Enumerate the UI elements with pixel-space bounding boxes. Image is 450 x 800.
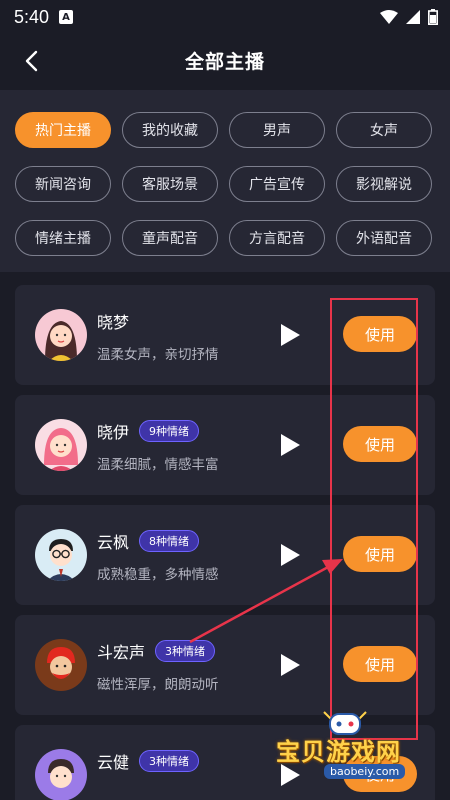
filter-chip[interactable]: 客服场景 [122,166,218,202]
top-bar: 全部主播 [0,34,450,86]
use-button[interactable]: 使用 [343,756,417,792]
filter-chip[interactable]: 方言配音 [229,220,325,256]
chevron-left-icon [25,50,38,72]
play-icon [281,654,300,676]
play-button[interactable] [277,431,303,459]
filter-chip[interactable]: 新闻咨询 [15,166,111,202]
anchor-name-row: 云健 3种情绪 [97,749,200,773]
filter-chip[interactable]: 影视解说 [336,166,432,202]
emotion-count-badge: 3种情绪 [155,640,216,662]
anchor-card[interactable]: 斗宏声 3种情绪磁性浑厚，朗朗动听 使用 [15,615,435,715]
play-button[interactable] [277,321,303,349]
filter-panel: 热门主播 我的收藏 男声 女声新闻咨询 客服场景 广告宣传 影视解说情绪主播 童声配音 方言配音… [0,90,450,272]
anchor-description: 磁性浑厚，朗朗动听 [97,677,219,693]
anchor-name: 云枫 [97,533,130,552]
filter-chip[interactable]: 外语配音 [336,220,432,256]
status-time: 5:40 [14,6,50,27]
male-red-hair-avatar-icon [35,639,87,691]
status-icons [380,9,438,25]
anchor-name: 晓梦 [97,313,130,332]
filter-chip[interactable]: 女声 [336,112,432,148]
battery-icon [428,9,438,25]
play-button[interactable] [277,651,303,679]
anchor-description: 温柔细腻，情感丰富 [97,457,219,473]
anchor-card[interactable]: 晓梦温柔女声，亲切抒情 使用 [15,285,435,385]
anchor-name-row: 云枫 8种情绪 [97,529,200,553]
anchor-name-row: 斗宏声 3种情绪 [97,639,216,663]
anchor-name-row: 晓梦 [97,309,129,333]
filter-chip[interactable]: 广告宣传 [229,166,325,202]
anchor-description: 成熟稳重，多种情感 [97,567,219,583]
anchor-name: 晓伊 [97,423,130,442]
female-avatar-icon [35,309,87,361]
filter-chip[interactable]: 热门主播 [15,112,111,148]
filter-chip[interactable]: 男声 [229,112,325,148]
male-glasses-avatar-icon [35,529,87,581]
signal-icon [406,10,420,24]
filter-chip[interactable]: 童声配音 [122,220,218,256]
notification-icon: A [59,10,74,24]
anchor-name-row: 晓伊 9种情绪 [97,419,200,443]
filter-chip[interactable]: 情绪主播 [15,220,111,256]
male-purple-avatar-icon [35,749,87,800]
wifi-icon [380,10,398,24]
back-button[interactable] [16,46,46,76]
anchor-name: 斗宏声 [97,643,146,662]
emotion-count-badge: 3种情绪 [139,750,200,772]
status-bar: 5:40 A [0,0,450,34]
play-button[interactable] [277,541,303,569]
use-button[interactable]: 使用 [343,316,417,352]
emotion-count-badge: 9种情绪 [139,420,200,442]
anchor-card[interactable]: 云健 3种情绪 使用 [15,725,435,800]
play-icon [281,434,300,456]
anchor-list[interactable]: 晓梦 温柔女声，亲切抒情 使用 晓伊 9种情绪 温柔细腻，情感丰富 使用 云枫 8种情绪 成熟稳重… [15,285,435,800]
page-title: 全部主播 [184,50,265,73]
play-button[interactable] [277,761,303,789]
anchor-name: 云健 [97,753,130,772]
anchor-card[interactable]: 云枫 8种情绪成熟稳重，多种情感 使用 [15,505,435,605]
use-button[interactable]: 使用 [343,646,417,682]
anchor-card[interactable]: 晓伊 9种情绪温柔细腻，情感丰富 使用 [15,395,435,495]
anchor-description: 温柔女声，亲切抒情 [97,347,219,363]
emotion-count-badge: 8种情绪 [139,530,200,552]
play-icon [281,764,300,786]
female-pink-avatar-icon [35,419,87,471]
use-button[interactable]: 使用 [343,536,417,572]
play-icon [281,324,300,346]
use-button[interactable]: 使用 [343,426,417,462]
filter-chip-grid: 热门主播 我的收藏 男声 女声新闻咨询 客服场景 广告宣传 影视解说情绪主播 童声配音 方言配音… [15,112,435,256]
play-icon [281,544,300,566]
filter-chip[interactable]: 我的收藏 [122,112,218,148]
